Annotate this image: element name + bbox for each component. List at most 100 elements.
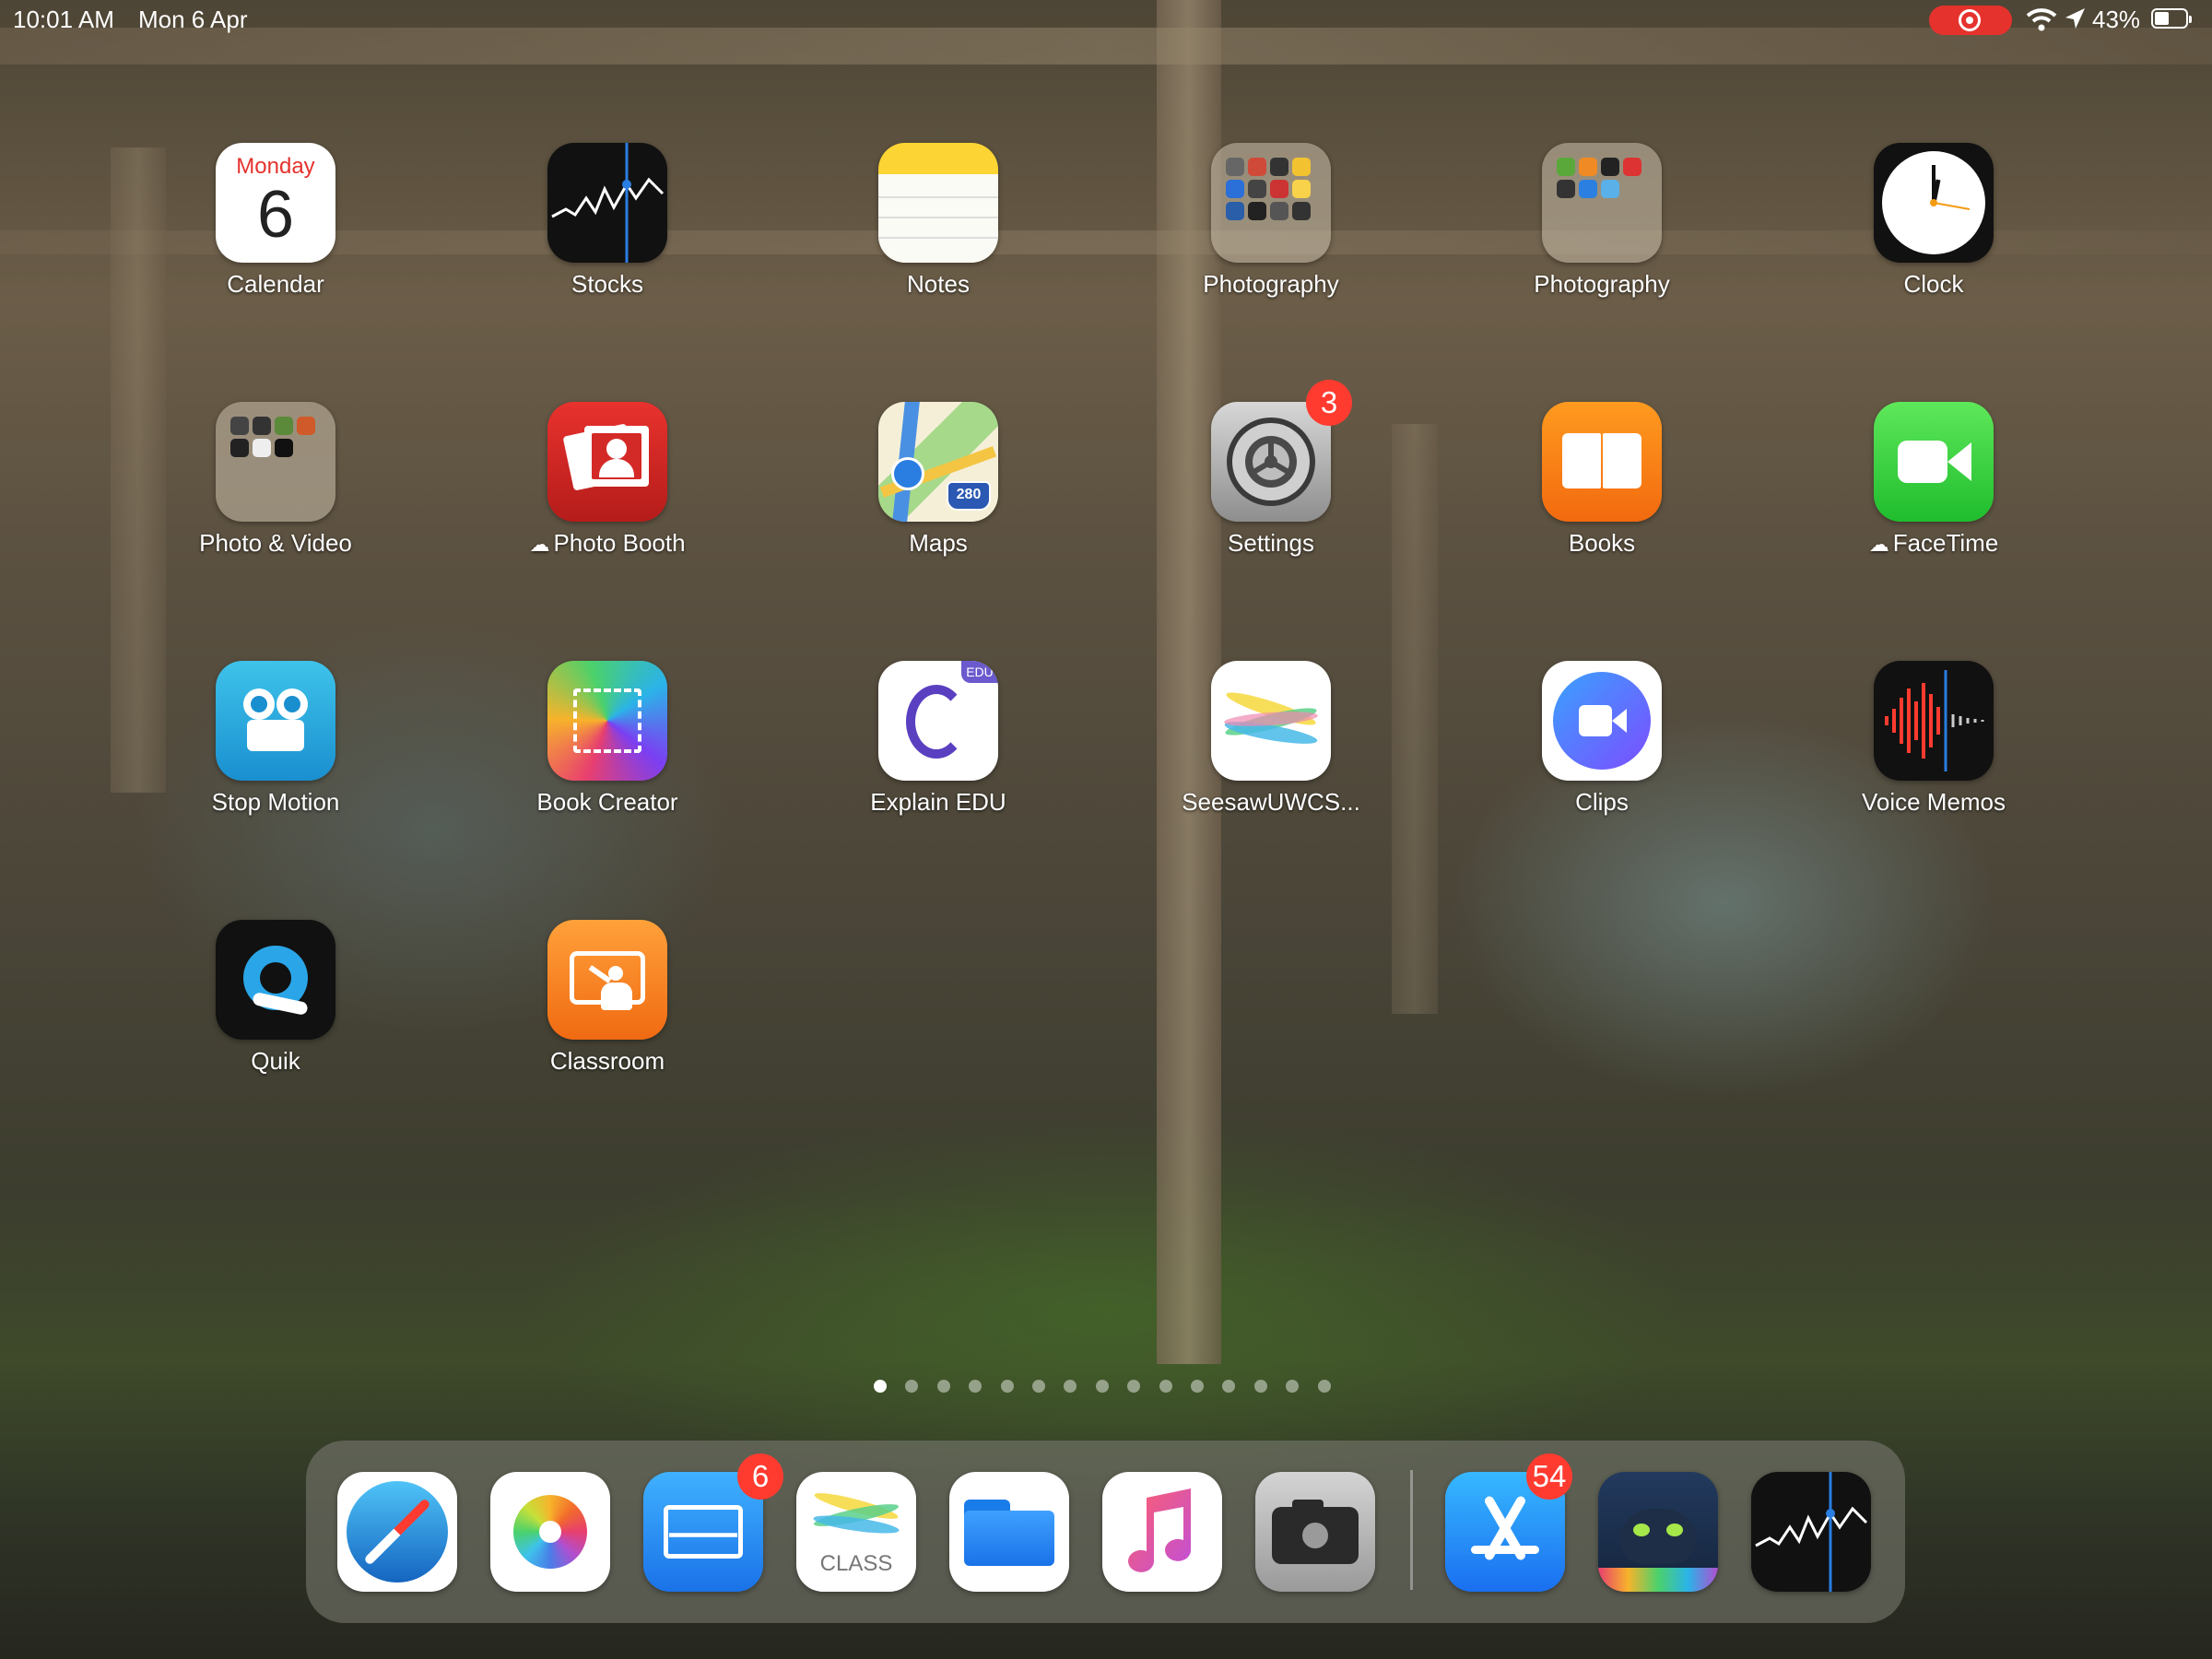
- record-icon: [1959, 9, 1981, 31]
- calendar-weekday: Monday: [236, 154, 315, 179]
- app-label: Stop Motion: [211, 788, 340, 816]
- app-label: Quik: [251, 1047, 300, 1075]
- camera-icon[interactable]: [1255, 1472, 1375, 1592]
- cloud-download-icon: ☁: [1868, 533, 1889, 556]
- class-label: CLASS: [819, 1551, 893, 1576]
- stocks-icon[interactable]: [1751, 1472, 1871, 1592]
- app-label: Calendar: [227, 270, 324, 298]
- maps-icon: 280: [878, 402, 998, 522]
- page-dot[interactable]: [1127, 1380, 1141, 1393]
- folder-photography-1[interactable]: Photography: [1179, 143, 1363, 299]
- page-dot[interactable]: [1191, 1380, 1204, 1393]
- page-dot[interactable]: [1000, 1380, 1014, 1393]
- stocks-chart-icon: [551, 143, 665, 263]
- folder-icon: [1211, 143, 1331, 263]
- app-book-creator[interactable]: Book Creator: [515, 661, 700, 817]
- status-bar: 10:01 AM Mon 6 Apr 43%: [0, 0, 2212, 41]
- page-dot[interactable]: [1032, 1380, 1045, 1393]
- stocks-chart-icon: [1755, 1472, 1868, 1592]
- app-notes[interactable]: Notes: [846, 143, 1030, 299]
- notes-icon: [878, 143, 998, 263]
- clock-face-icon: [1882, 151, 1985, 254]
- wallpaper-beam: [1392, 424, 1438, 1014]
- app-label: Voice Memos: [1861, 788, 2006, 816]
- page-dot[interactable]: [905, 1380, 919, 1393]
- folder-photo-video[interactable]: Photo & Video: [183, 402, 368, 558]
- app-clips[interactable]: Clips: [1510, 661, 1694, 817]
- app-label-text: Photo Booth: [553, 529, 686, 557]
- app-stocks[interactable]: Stocks: [515, 143, 700, 299]
- status-date: Mon 6 Apr: [138, 6, 248, 33]
- highway-shield-icon: 280: [947, 481, 991, 511]
- page-dot[interactable]: [1159, 1380, 1172, 1393]
- page-dot[interactable]: [1317, 1380, 1331, 1393]
- app-facetime[interactable]: ☁ FaceTime: [1841, 402, 2026, 558]
- app-label: Classroom: [549, 1047, 665, 1075]
- calendar-day: 6: [256, 178, 295, 252]
- page-dot[interactable]: [1286, 1380, 1300, 1393]
- stocks-icon: [547, 143, 667, 263]
- app-maps[interactable]: 280 Maps: [846, 402, 1030, 558]
- app-photo-booth[interactable]: ☁ Photo Booth: [515, 402, 700, 558]
- screen-recording-indicator[interactable]: [1929, 6, 2012, 35]
- app-label: Clock: [1903, 270, 1964, 298]
- app-label: SeesawUWCS...: [1182, 788, 1360, 816]
- app-seesaw[interactable]: SeesawUWCS...: [1179, 661, 1363, 817]
- app-label: Photography: [1203, 270, 1339, 298]
- calendar-icon: Monday 6: [216, 143, 335, 263]
- page-dot[interactable]: [1222, 1380, 1236, 1393]
- page-dot[interactable]: [1064, 1380, 1077, 1393]
- app-classroom[interactable]: Classroom: [515, 920, 700, 1076]
- folder-photography-2[interactable]: Photography: [1510, 143, 1694, 299]
- app-books[interactable]: Books: [1510, 402, 1694, 558]
- edu-tag: EDU: [961, 661, 998, 683]
- app-label-text: FaceTime: [1892, 529, 1999, 557]
- seesaw-class-icon[interactable]: CLASS: [796, 1472, 916, 1592]
- page-dot[interactable]: [1253, 1380, 1267, 1393]
- app-label: ☁ FaceTime: [1841, 529, 2026, 558]
- safari-icon[interactable]: [337, 1472, 457, 1592]
- folder-icon: [216, 402, 335, 522]
- app-stop-motion[interactable]: Stop Motion: [183, 661, 368, 817]
- explain-edu-icon: EDU: [878, 661, 998, 781]
- battery-percent: 43%: [2092, 6, 2141, 33]
- app-label: Settings: [1228, 529, 1314, 557]
- app-voice-memos[interactable]: Voice Memos: [1841, 661, 2026, 817]
- app-label: Book Creator: [536, 788, 678, 816]
- voice-memos-icon: [1874, 661, 1994, 781]
- app-label: Explain EDU: [870, 788, 1006, 816]
- app-calendar[interactable]: Monday 6 Calendar: [183, 143, 368, 299]
- battery-icon: [2151, 8, 2192, 29]
- app-quik[interactable]: Quik: [183, 920, 368, 1076]
- app-explain-edu[interactable]: EDU Explain EDU: [846, 661, 1030, 817]
- home-screen: 10:01 AM Mon 6 Apr 43% Monday 6 Calendar: [0, 0, 2212, 1659]
- music-icon[interactable]: [1102, 1472, 1222, 1592]
- location-icon: [2065, 8, 2085, 29]
- folder-icon: [1542, 143, 1662, 263]
- book-creator-icon: [547, 661, 667, 781]
- app-label: Photo & Video: [199, 529, 352, 557]
- books-icon: [1542, 402, 1662, 522]
- page-dot[interactable]: [969, 1380, 982, 1393]
- photos-icon[interactable]: [490, 1472, 610, 1592]
- app-label: ☁ Photo Booth: [515, 529, 700, 558]
- notification-badge: 54: [1526, 1453, 1572, 1500]
- clips-icon: [1542, 661, 1662, 781]
- page-dot[interactable]: [874, 1380, 887, 1393]
- notification-badge: 6: [737, 1453, 783, 1500]
- app-clock[interactable]: Clock: [1841, 143, 2026, 299]
- page-dot[interactable]: [936, 1380, 950, 1393]
- app-label: Photography: [1534, 270, 1670, 298]
- wifi-icon: [2026, 8, 2057, 31]
- page-dot[interactable]: [1095, 1380, 1109, 1393]
- app-settings[interactable]: 3 Settings: [1179, 380, 1363, 558]
- facetime-icon: [1874, 402, 1994, 522]
- quik-icon: [216, 920, 335, 1040]
- music-note-icon: [1128, 1488, 1192, 1572]
- photo-booth-icon: [547, 402, 667, 522]
- game-icon[interactable]: [1598, 1472, 1718, 1592]
- files-icon[interactable]: [949, 1472, 1069, 1592]
- app-label: Maps: [909, 529, 968, 557]
- notification-badge: 3: [1306, 380, 1352, 426]
- classroom-icon: [547, 920, 667, 1040]
